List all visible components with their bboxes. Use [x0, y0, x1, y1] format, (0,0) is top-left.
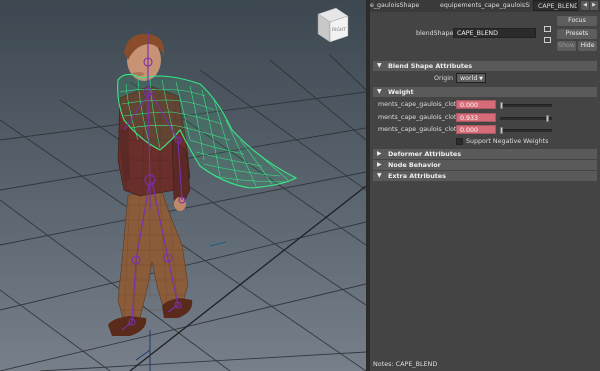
section-node-behavior[interactable]: ▶ Node Behavior [373, 160, 597, 170]
expanded-arrow-icon: ▼ [377, 62, 382, 69]
weight-field-cloth3[interactable]: 0.000 [456, 125, 496, 134]
node-name-field[interactable]: CAPE_BLEND [453, 28, 536, 38]
section-extra-attributes[interactable]: ▼ Extra Attributes [373, 171, 597, 181]
view-cube-icon: RIGHT [317, 7, 349, 43]
expanded-arrow-icon: ▼ [377, 172, 382, 179]
attribute-editor: e_gauloisShape equipements_cape_gauloisS… [370, 0, 600, 371]
tab-right-arrow-icon[interactable]: ▶ [590, 1, 598, 10]
origin-dropdown[interactable]: world ▼ [456, 73, 486, 83]
tab-left-arrow-icon[interactable]: ◀ [581, 1, 589, 10]
weight-label-cloth3: ments_cape_gaulois_cloth3 [378, 126, 465, 133]
tab-gaulois-shape[interactable]: e_gauloisShape [370, 0, 436, 11]
slider-thumb[interactable] [545, 115, 549, 122]
copy-tab-icon[interactable] [544, 37, 551, 43]
notes-label: Notes: CAPE_BLEND [373, 360, 438, 368]
support-negative-checkbox[interactable] [456, 138, 463, 145]
weight-label-cloth2: ments_cape_gaulois_cloth2 [378, 114, 465, 121]
slider-thumb[interactable] [500, 102, 503, 109]
show-button[interactable]: Show [557, 41, 576, 51]
node-type-label: blendShape: [416, 30, 456, 37]
viewport-scene: RIGHT [0, 7, 366, 371]
load-attributes-icon[interactable] [544, 26, 551, 32]
weight-slider-cloth1[interactable] [500, 102, 552, 109]
dropdown-arrow-icon: ▼ [479, 76, 483, 82]
viewport-3d[interactable]: RIGHT [0, 0, 366, 371]
collapsed-arrow-icon: ▶ [377, 150, 382, 157]
expanded-arrow-icon: ▼ [377, 88, 382, 95]
weight-slider-cloth3[interactable] [500, 127, 552, 134]
tab-cape-blend[interactable]: CAPE_BLEND [533, 0, 578, 11]
view-cube-label: RIGHT [332, 27, 346, 33]
presets-button[interactable]: Presets [557, 29, 597, 39]
hide-button[interactable]: Hide [578, 41, 597, 51]
section-weight[interactable]: ▼ Weight [373, 87, 597, 97]
slider-thumb[interactable] [500, 127, 503, 134]
support-negative-label: Support Negative Weights [466, 138, 549, 145]
weight-field-cloth1[interactable]: 0.000 [456, 100, 496, 109]
tab-cape-shape-orig[interactable]: equipements_cape_gauloisShapeOrig [440, 0, 530, 11]
focus-button[interactable]: Focus [557, 16, 597, 26]
weight-field-cloth2[interactable]: 0.933 [456, 113, 496, 122]
weight-label-cloth1: ments_cape_gaulois_cloth1 [378, 101, 465, 108]
weight-slider-cloth2[interactable] [500, 115, 552, 122]
section-deformer-attributes[interactable]: ▶ Deformer Attributes [373, 149, 597, 159]
section-blend-shape-attributes[interactable]: ▼ Blend Shape Attributes [373, 61, 597, 71]
origin-label: Origin [434, 75, 454, 82]
collapsed-arrow-icon: ▶ [377, 161, 382, 168]
tab-bar: e_gauloisShape equipements_cape_gauloisS… [370, 0, 600, 12]
